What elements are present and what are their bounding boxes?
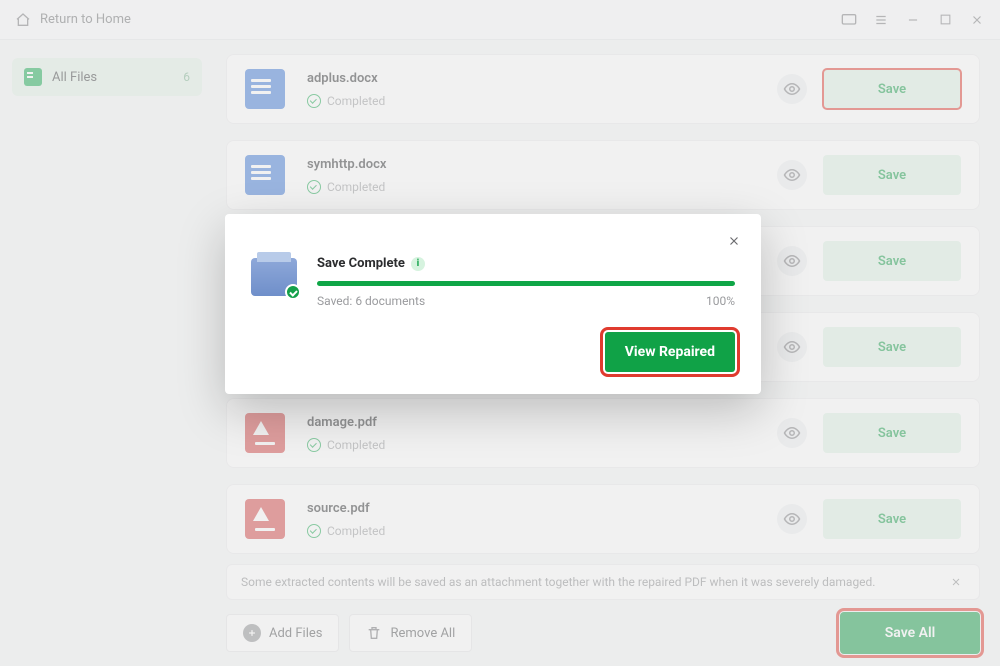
modal-title: Save Complete: [317, 256, 405, 271]
feedback-icon[interactable]: [840, 11, 858, 29]
save-complete-modal: Save Complete i Saved: 6 documents 100% …: [225, 214, 761, 394]
maximize-icon[interactable]: [936, 11, 954, 29]
word-icon: [245, 155, 285, 195]
save-all-button[interactable]: Save All: [840, 612, 980, 654]
preview-button[interactable]: [777, 418, 807, 448]
modal-close-icon[interactable]: [725, 232, 743, 250]
titlebar: Return to Home: [0, 0, 1000, 40]
save-button[interactable]: Save: [823, 499, 961, 539]
file-name: adplus.docx: [307, 71, 777, 86]
preview-button[interactable]: [777, 160, 807, 190]
file-status-text: Completed: [327, 94, 385, 108]
info-icon[interactable]: i: [411, 257, 425, 271]
file-name: damage.pdf: [307, 415, 777, 430]
minimize-icon[interactable]: [904, 11, 922, 29]
save-button[interactable]: Save: [823, 327, 961, 367]
file-status-text: Completed: [327, 180, 385, 194]
sidebar-file-count: 6: [183, 70, 190, 84]
check-icon: [307, 180, 321, 194]
info-strip: Some extracted contents will be saved as…: [226, 564, 980, 600]
save-button-label: Save: [878, 168, 906, 183]
files-icon: [24, 68, 42, 86]
remove-all-label: Remove All: [390, 626, 455, 641]
window-controls: [840, 11, 986, 29]
printer-success-icon: [251, 258, 297, 296]
check-icon: [307, 524, 321, 538]
saved-count-text: Saved: 6 documents: [317, 294, 425, 308]
file-row: source.pdf Completed Save: [226, 484, 980, 554]
file-row: damage.pdf Completed Save: [226, 398, 980, 468]
menu-icon[interactable]: [872, 11, 890, 29]
info-strip-text: Some extracted contents will be saved as…: [241, 575, 875, 589]
preview-button[interactable]: [777, 332, 807, 362]
file-status-text: Completed: [327, 524, 385, 538]
file-name: symhttp.docx: [307, 157, 777, 172]
word-icon: [245, 69, 285, 109]
info-close-icon[interactable]: [947, 573, 965, 591]
sidebar-item-all-files[interactable]: All Files 6: [12, 58, 202, 96]
save-button[interactable]: Save: [823, 413, 961, 453]
progress-percent: 100%: [706, 294, 735, 308]
pdf-icon: [245, 413, 285, 453]
progress-bar: [317, 281, 735, 286]
view-repaired-button[interactable]: View Repaired: [605, 332, 735, 372]
view-repaired-label: View Repaired: [625, 344, 715, 360]
save-button-label: Save: [878, 340, 906, 355]
save-button-label: Save: [878, 426, 906, 441]
preview-button[interactable]: [777, 74, 807, 104]
file-row: symhttp.docx Completed Save: [226, 140, 980, 210]
save-all-label: Save All: [885, 625, 936, 641]
file-row: adplus.docx Completed Save: [226, 54, 980, 124]
file-status-text: Completed: [327, 438, 385, 452]
app-window: Return to Home All Files 6 adplus.docx Co…: [0, 0, 1000, 666]
home-icon: [14, 11, 32, 29]
preview-button[interactable]: [777, 504, 807, 534]
save-button[interactable]: Save: [823, 155, 961, 195]
return-home-link[interactable]: Return to Home: [14, 11, 131, 29]
save-button-label: Save: [878, 82, 906, 97]
plus-icon: [243, 624, 261, 642]
add-files-label: Add Files: [269, 626, 322, 641]
save-button-label: Save: [878, 254, 906, 269]
save-button-label: Save: [878, 512, 906, 527]
preview-button[interactable]: [777, 246, 807, 276]
save-button[interactable]: Save: [823, 69, 961, 109]
close-icon[interactable]: [968, 11, 986, 29]
bottom-bar: Add Files Remove All Save All: [226, 600, 980, 658]
save-button[interactable]: Save: [823, 241, 961, 281]
file-name: source.pdf: [307, 501, 777, 516]
check-icon: [307, 94, 321, 108]
return-home-label: Return to Home: [40, 12, 131, 27]
pdf-icon: [245, 499, 285, 539]
sidebar-item-label: All Files: [52, 70, 97, 85]
remove-all-button[interactable]: Remove All: [349, 614, 472, 652]
check-icon: [307, 438, 321, 452]
add-files-button[interactable]: Add Files: [226, 614, 339, 652]
trash-icon: [366, 625, 382, 641]
sidebar: All Files 6: [0, 40, 214, 666]
